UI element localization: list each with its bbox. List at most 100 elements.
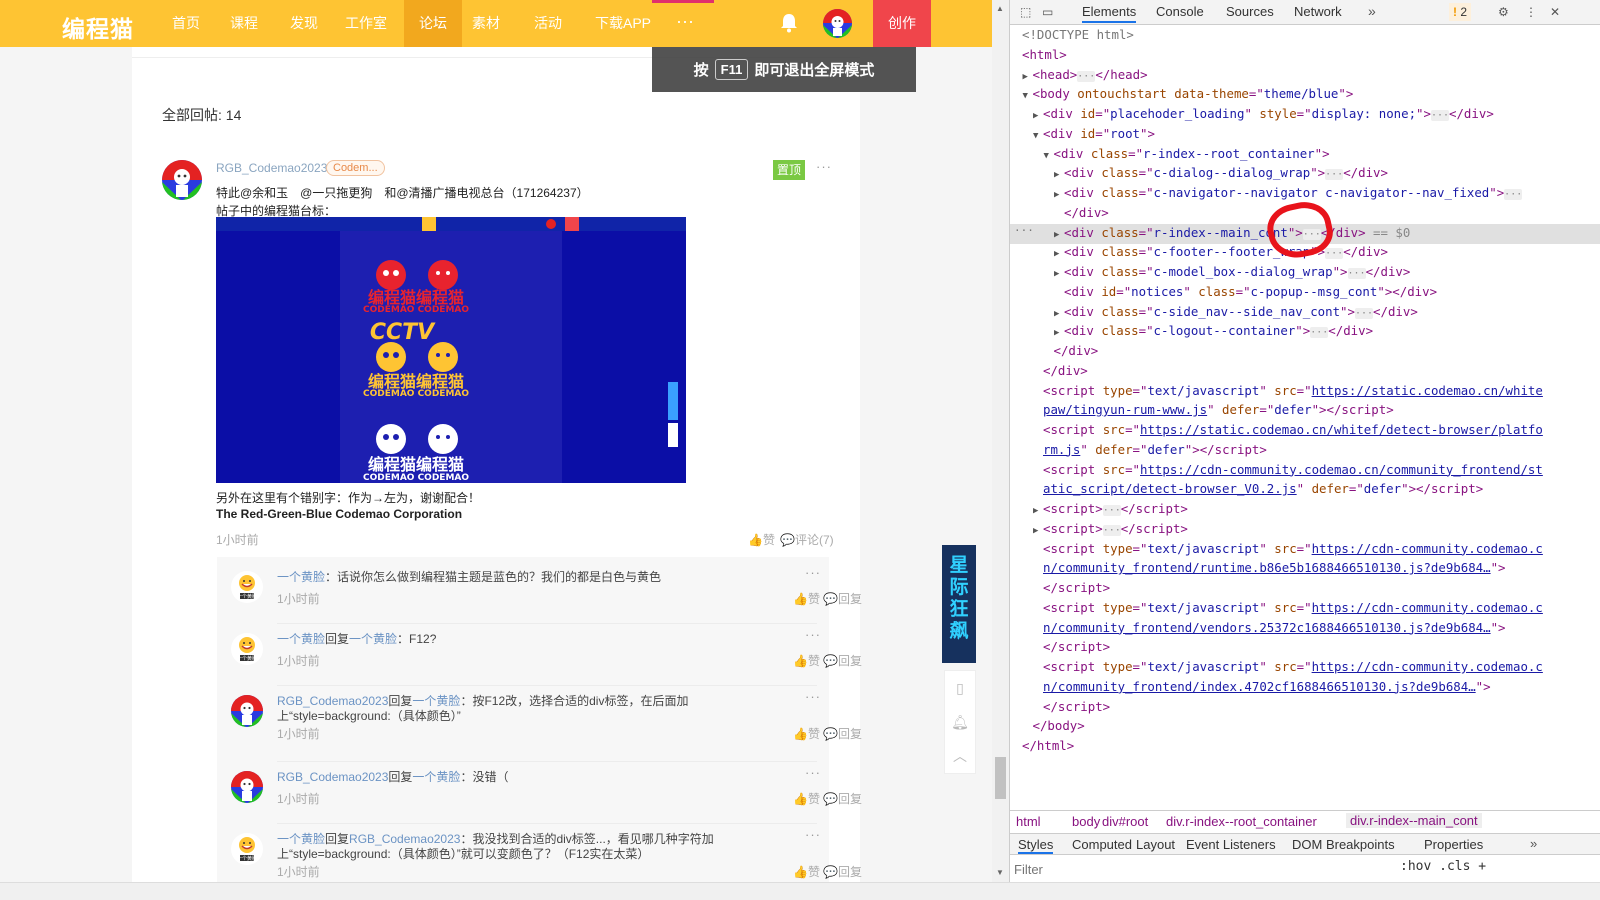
collapse-triangle-icon[interactable]: ▼ [1023,87,1033,105]
phone-icon[interactable]: ▯ [945,671,975,705]
nav-item[interactable]: 素材 [462,0,510,47]
dom-node[interactable]: ▶ <head>···</head> [1023,66,1148,86]
dom-node[interactable]: paw/tingyun-rum-www.js" defer="defer"></… [1043,401,1394,419]
expand-triangle-icon[interactable]: ▶ [1033,522,1043,540]
close-icon[interactable]: ✕ [1550,5,1560,19]
comment-avatar[interactable]: 一个黄脸 [231,833,263,865]
styles-subtab[interactable]: Styles [1018,837,1054,854]
comment-reply-button[interactable]: 💬回复 [823,590,862,607]
dom-node[interactable]: ▶ <div class="c-side_nav--side_nav_cont">… [1054,303,1418,323]
comment-like-button[interactable]: 👍赞 [793,790,820,807]
comment-avatar[interactable] [231,695,263,727]
dom-node[interactable]: ▶ <script>···</script> [1033,520,1188,540]
scroll-thumb[interactable] [995,757,1006,799]
dom-node[interactable]: <!DOCTYPE html> [1022,26,1134,44]
breadcrumb-item[interactable]: body [1072,814,1100,829]
dom-node[interactable]: ▶ <div class="c-model_box--dialog_wrap">·… [1054,263,1410,283]
dom-node[interactable]: </div> [1043,362,1088,380]
expand-triangle-icon[interactable]: ▶ [1054,245,1064,263]
expand-triangle-icon[interactable]: ▶ [1054,166,1064,184]
expand-triangle-icon[interactable]: ▶ [1033,107,1043,125]
comment-user[interactable]: 一个黄脸 [277,632,325,646]
dom-node[interactable]: <script type="text/javascript" src="http… [1043,540,1543,558]
post-like-button[interactable]: 👍赞 [748,531,775,548]
nav-item[interactable]: 活动 [520,0,576,47]
dom-node[interactable]: </script> [1043,638,1110,656]
back-to-top-icon[interactable]: ︿ [945,739,975,773]
dom-node[interactable]: ▶ <div id="placehoder_loading" style="dis… [1033,105,1494,125]
device-toolbar-icon[interactable]: ▭ [1042,5,1053,19]
filter-tools[interactable]: :hov .cls + [1400,859,1486,874]
comment-user[interactable]: 一个黄脸 [277,832,325,846]
nav-item[interactable]: 论坛 [404,0,462,47]
comment-reply-button[interactable]: 💬回复 [823,652,862,669]
dom-node[interactable]: </script> [1043,579,1110,597]
comment-target[interactable]: RGB_Codemao2023 [349,832,460,846]
scroll-down-icon[interactable]: ▼ [996,868,1004,877]
dom-node[interactable]: <script type="text/javascript" src="http… [1043,382,1543,400]
devtools-tab[interactable]: Network [1294,4,1342,19]
comment-like-button[interactable]: 👍赞 [793,863,820,880]
dom-node[interactable]: <html> [1022,46,1067,64]
comment-like-button[interactable]: 👍赞 [793,652,820,669]
styles-subtab[interactable]: Layout [1136,837,1175,852]
dom-node[interactable]: <div id="notices" class="c-popup--msg_co… [1064,283,1437,301]
comment-reply-button[interactable]: 💬回复 [823,725,862,742]
more-tabs-icon[interactable]: » [1368,3,1376,19]
breadcrumb-item[interactable]: html [1016,814,1041,829]
dom-node[interactable]: ▼ <body ontouchstart data-theme="theme/bl… [1023,85,1354,105]
comment-more-icon[interactable]: ··· [805,827,821,842]
dom-node[interactable]: rm.js" defer="defer"></script> [1043,441,1267,459]
post-comment-button[interactable]: 💬评论(7) [780,531,834,548]
collapse-triangle-icon[interactable]: ▼ [1033,127,1043,145]
comment-avatar[interactable] [231,771,263,803]
nav-more-button[interactable]: ··· [676,0,694,47]
comment-target[interactable]: 一个黄脸 [349,632,397,646]
comment-more-icon[interactable]: ··· [805,689,821,704]
expand-triangle-icon[interactable]: ▶ [1054,265,1064,283]
comment-avatar[interactable]: 一个黄脸 [231,633,263,665]
comment-avatar[interactable]: 一个黄脸 [231,571,263,603]
nav-item[interactable]: 课程 [220,0,268,47]
collapse-triangle-icon[interactable]: ▼ [1044,147,1054,165]
breadcrumb-item[interactable]: div#root [1102,814,1148,829]
comment-user[interactable]: 一个黄脸 [277,570,325,584]
user-avatar[interactable] [823,9,852,38]
dom-node[interactable]: n/community_frontend/vendors.25372c16884… [1043,619,1506,637]
styles-subtab[interactable]: DOM Breakpoints [1292,837,1395,852]
dom-node[interactable]: </script> [1043,698,1110,716]
expand-triangle-icon[interactable]: ▶ [1054,186,1064,204]
expand-triangle-icon[interactable]: ▶ [1054,324,1064,342]
nav-item[interactable]: 工作室 [332,0,400,47]
side-promo-banner[interactable]: 星际狂飙 [942,545,976,663]
dom-node[interactable]: ▼ <div class="r-index--root_container"> [1044,145,1330,165]
nav-item[interactable]: 首页 [160,0,212,47]
comment-like-button[interactable]: 👍赞 [793,725,820,742]
bell-icon[interactable]: 🔔︎ [945,705,975,739]
scroll-up-icon[interactable]: ▲ [996,4,1004,13]
nav-item[interactable]: 发现 [280,0,328,47]
dom-node[interactable]: ▶ <div class="c-footer--footer_wrap">···<… [1054,243,1388,263]
styles-subtab[interactable]: Event Listeners [1186,837,1276,852]
comment-more-icon[interactable]: ··· [805,565,821,580]
dom-node[interactable]: </div> [1054,342,1099,360]
page-scrollbar[interactable]: ▲ ▼ [992,0,1009,882]
nav-item[interactable]: 下载APP [584,0,662,47]
post-screenshot-image[interactable]: 编程猫编程猫 CODEMAO CODEMAO CCTV 编程猫编程猫 CODEM… [216,217,686,483]
dom-node[interactable]: ▶ <script>···</script> [1033,500,1188,520]
dom-node[interactable]: ▶ <div class="c-dialog--dialog_wrap">···<… [1054,164,1388,184]
dom-node[interactable]: <script src="https://static.codemao.cn/w… [1043,421,1543,439]
site-logo[interactable]: 编程猫 [62,10,134,44]
node-actions-icon[interactable]: ··· [1014,224,1034,237]
expand-triangle-icon[interactable]: ▶ [1054,226,1064,244]
dom-node-selected[interactable]: ▶ <div class="r-index--main_cont">···</di… [1054,224,1410,244]
comment-reply-button[interactable]: 💬回复 [823,863,862,880]
dom-node[interactable]: <script src="https://cdn-community.codem… [1043,461,1543,479]
post-author-name[interactable]: RGB_Codemao2023 [216,161,327,175]
bell-icon[interactable] [780,13,798,33]
dom-node[interactable]: n/community_frontend/runtime.b86e5b16884… [1043,559,1506,577]
inspect-element-icon[interactable]: ⬚ [1020,5,1031,19]
dom-node[interactable]: ▶ <div class="c-logout--container">···</d… [1054,322,1373,342]
comment-more-icon[interactable]: ··· [805,765,821,780]
comment-target[interactable]: 一个黄脸 [412,770,460,784]
